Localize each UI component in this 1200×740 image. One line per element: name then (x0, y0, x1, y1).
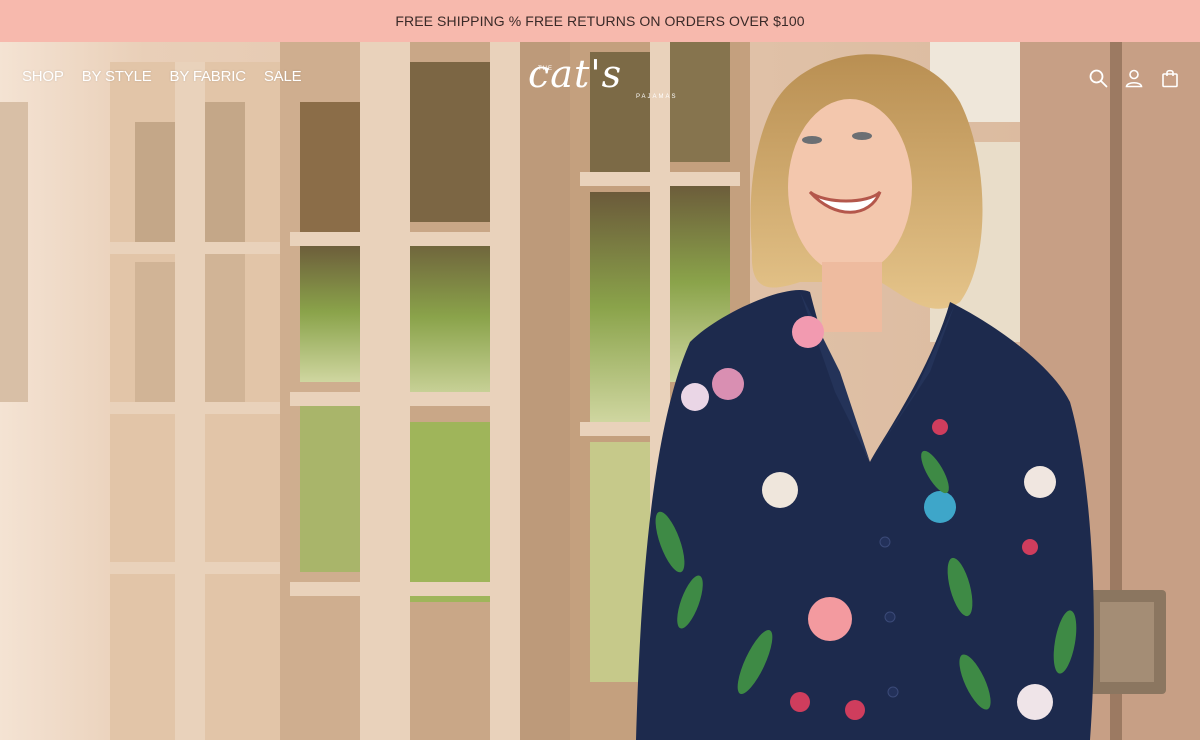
nav-sale[interactable]: SALE (264, 68, 302, 85)
main-nav: SHOP BY STYLE BY FABRIC SALE (22, 68, 319, 85)
bag-icon[interactable] (1160, 68, 1180, 88)
hero-photo (0, 42, 1200, 740)
nav-shop[interactable]: SHOP (22, 68, 64, 85)
logo-script: cat's (528, 52, 623, 96)
header-icons (1088, 68, 1180, 88)
account-icon[interactable] (1124, 68, 1144, 88)
brand-logo[interactable]: THE cat's PAJAMAS (520, 50, 680, 110)
nav-by-style[interactable]: BY STYLE (82, 68, 152, 85)
search-icon[interactable] (1088, 68, 1108, 88)
hero-image: SHOP BY STYLE BY FABRIC SALE THE cat's P… (0, 42, 1200, 740)
promo-text: FREE SHIPPING % FREE RETURNS ON ORDERS O… (395, 13, 805, 29)
nav-by-fabric[interactable]: BY FABRIC (170, 68, 246, 85)
promo-banner: FREE SHIPPING % FREE RETURNS ON ORDERS O… (0, 0, 1200, 42)
logo-subtitle: PAJAMAS (636, 94, 678, 100)
